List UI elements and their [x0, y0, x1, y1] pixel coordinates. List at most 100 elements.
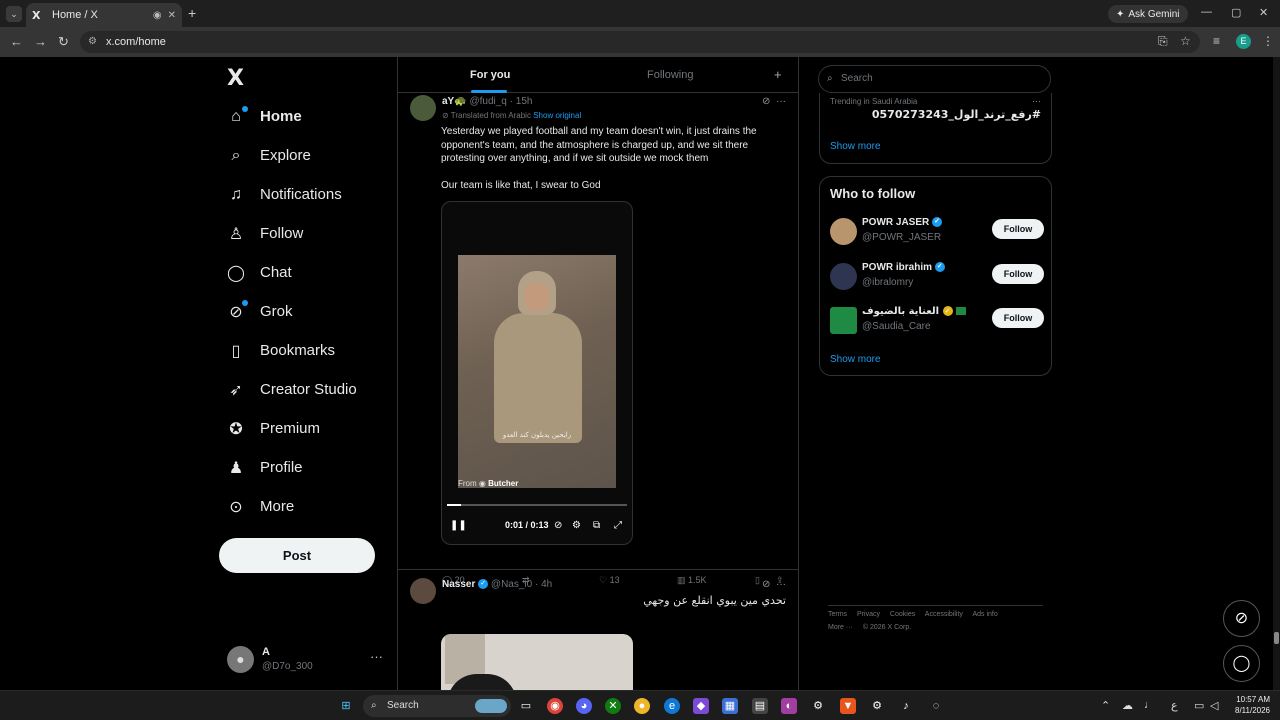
app-icon[interactable]: ◌ [928, 698, 944, 714]
windows-start-icon[interactable]: ⊞ [338, 698, 354, 714]
new-tab-icon[interactable]: + [188, 5, 196, 21]
nav-grok[interactable]: ⊘ Grok [226, 292, 357, 331]
footer-link-cookies[interactable]: Cookies [890, 611, 915, 618]
tiktok-icon[interactable]: ♪ [898, 698, 914, 714]
nav-premium[interactable]: ✪ Premium [226, 409, 357, 448]
tweet[interactable]: aY🐢 @fudi_q · 15h ⊘ ··· ⊘ Translated fro… [398, 94, 798, 585]
tweet-time[interactable]: 15h [516, 96, 533, 107]
tab-for-you[interactable]: For you [470, 69, 510, 81]
follow-suggestion[interactable]: POWR ibrahim ✓ @ibralomry Follow [830, 260, 1044, 294]
back-icon[interactable]: ← [10, 34, 23, 49]
tray-expand-icon[interactable]: ⌃ [1101, 699, 1110, 712]
nav-creator-studio[interactable]: ➶ Creator Studio [226, 370, 356, 409]
tab-search-menu-icon[interactable]: ⌄ [6, 6, 22, 22]
nav-chat[interactable]: ◯ Chat [226, 253, 357, 292]
footer-link-ads-info[interactable]: Ads info [972, 611, 997, 618]
tweet-time[interactable]: 4h [541, 579, 552, 590]
mic-icon[interactable]: ♩ [1144, 699, 1155, 711]
video-progress-bar[interactable] [447, 504, 627, 506]
tweet-author-handle[interactable]: @fudi_q [469, 96, 506, 107]
chat-float-button[interactable]: ◯ [1223, 645, 1260, 682]
settings-icon[interactable]: ⚙ [572, 520, 581, 531]
show-original-link[interactable]: Show original [533, 111, 581, 120]
forward-icon[interactable]: → [34, 34, 47, 49]
follow-button[interactable]: Follow [992, 308, 1044, 328]
follow-button[interactable]: Follow [992, 264, 1044, 284]
tweet-author-name[interactable]: aY🐢 [442, 96, 467, 107]
grok-icon[interactable]: ⊘ [762, 96, 770, 107]
site-info-icon[interactable]: ⚙ [88, 31, 97, 53]
nav-home[interactable]: ⌂ Home [226, 97, 357, 136]
bookmark-star-icon[interactable]: ☆ [1180, 34, 1191, 48]
video-player[interactable]: رايحين يدبلون كند العدو From ◉ Butcher ❚… [441, 201, 633, 545]
nav-profile[interactable]: ♟ Profile [226, 448, 357, 487]
maximize-icon[interactable]: ▢ [1231, 6, 1241, 19]
video-frame[interactable]: رايحين يدبلون كند العدو [458, 255, 616, 488]
mute-icon[interactable]: ⊘ [554, 520, 562, 531]
volume-icon[interactable]: ◁ [1210, 699, 1218, 712]
tab-following[interactable]: Following [647, 69, 693, 81]
tweet-author-name[interactable]: Nasser [442, 579, 475, 590]
browser-profile-avatar[interactable]: E [1236, 34, 1251, 49]
nav-bookmarks[interactable]: ▯ Bookmarks [226, 331, 357, 370]
video-source[interactable]: From ◉ Butcher [458, 479, 518, 488]
edge-icon[interactable]: e [664, 698, 680, 714]
more-dots-icon[interactable]: ··· [1032, 96, 1041, 106]
nav-more[interactable]: ⊙ More [226, 487, 357, 526]
avatar[interactable] [410, 95, 436, 121]
nav-explore[interactable]: ⌕ Explore [226, 136, 357, 175]
pause-icon[interactable]: ❚❚ [450, 520, 467, 531]
xbox-icon[interactable]: ✕ [605, 698, 621, 714]
footer-link-more[interactable]: More ··· [828, 624, 853, 631]
show-more-link[interactable]: Show more [830, 354, 881, 365]
brave-icon[interactable]: ▼ [840, 698, 856, 714]
nav-follow[interactable]: ♙ Follow [226, 214, 357, 253]
avatar[interactable] [830, 307, 857, 334]
chrome-icon[interactable]: ◉ [547, 698, 563, 714]
follow-button[interactable]: Follow [992, 219, 1044, 239]
grok-float-button[interactable]: ⊘ [1223, 600, 1260, 637]
steam-icon[interactable]: ⚙ [869, 698, 885, 714]
store-icon[interactable]: ▦ [722, 698, 738, 714]
nav-notifications[interactable]: ♫ Notifications [226, 175, 357, 214]
more-dots-icon[interactable]: ··· [776, 579, 786, 590]
app-icon[interactable]: ● [634, 698, 650, 714]
steam-icon[interactable]: ⚙ [810, 698, 826, 714]
more-dots-icon[interactable]: ··· [370, 649, 383, 664]
trend-name[interactable]: #رفع_ترند_الول_0570273243 [872, 108, 1041, 121]
taskbar-clock[interactable]: 10:57 AM 8/11/2026 [1226, 694, 1270, 716]
show-more-link[interactable]: Show more [830, 141, 881, 152]
post-button[interactable]: Post [219, 538, 375, 573]
tweet[interactable]: Nasser ✓ @Nas_i0 · 4h ⊘ ··· تحدي مين يبو… [398, 577, 798, 690]
close-window-icon[interactable]: ✕ [1259, 6, 1268, 19]
avatar[interactable] [830, 263, 857, 290]
browser-menu-icon[interactable]: ⋮ [1262, 34, 1274, 48]
install-app-icon[interactable]: ⎘ [1158, 34, 1168, 49]
taskbar-search[interactable]: ⌕ Search [363, 695, 511, 717]
fullscreen-icon[interactable]: ⤢ [614, 520, 622, 531]
language-indicator[interactable]: ع [1171, 699, 1178, 712]
copilot-icon[interactable]: ◆ [693, 698, 709, 714]
add-tab-icon[interactable]: + [774, 67, 782, 82]
footer-link-privacy[interactable]: Privacy [857, 611, 880, 618]
page-scrollbar[interactable] [1273, 57, 1280, 690]
more-dots-icon[interactable]: ··· [776, 96, 786, 107]
cloud-icon[interactable]: ☁ [1122, 699, 1133, 712]
search-input[interactable]: ⌕ Search [818, 65, 1051, 93]
avatar[interactable] [830, 218, 857, 245]
close-tab-icon[interactable]: ✕ [168, 10, 176, 21]
discord-icon[interactable]: ◕ [576, 698, 592, 714]
browser-tab-active[interactable]: X Home / X ◉ ✕ [26, 3, 182, 27]
app-icon[interactable]: ◐ [781, 698, 797, 714]
avatar[interactable] [410, 578, 436, 604]
follow-suggestion[interactable]: POWR JASER ✓ @POWR_JASER Follow [830, 215, 1044, 249]
pip-icon[interactable]: ⧉ [593, 520, 600, 531]
scrollbar-thumb[interactable] [1274, 632, 1279, 644]
x-logo-icon[interactable]: X [227, 66, 244, 91]
footer-link-accessibility[interactable]: Accessibility [925, 611, 963, 618]
ask-gemini-button[interactable]: ✦ Ask Gemini [1108, 5, 1188, 23]
tweet-author-handle[interactable]: @Nas_i0 [491, 579, 532, 590]
network-icon[interactable]: ▭ [1194, 699, 1204, 712]
address-bar[interactable]: ⚙ x.com/home [80, 31, 1200, 53]
reload-icon[interactable]: ↻ [58, 34, 69, 50]
